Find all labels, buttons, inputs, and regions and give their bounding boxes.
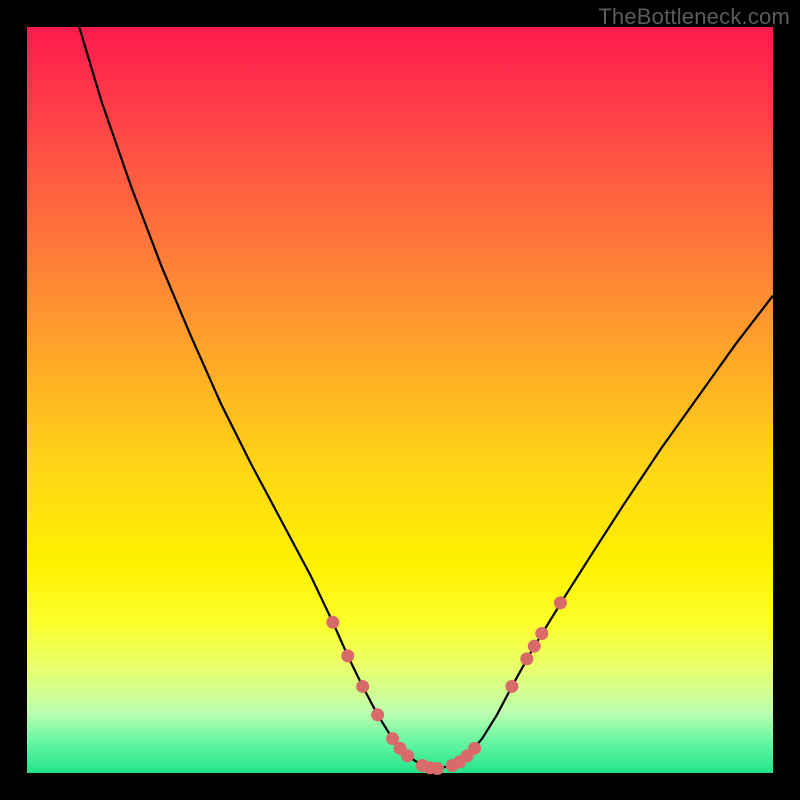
curve-marker xyxy=(356,680,369,693)
curve-marker xyxy=(401,749,414,762)
marker-group xyxy=(326,596,567,775)
curve-marker xyxy=(528,640,541,653)
curve-marker xyxy=(468,742,481,755)
curve-marker xyxy=(371,708,384,721)
curve-marker xyxy=(505,680,518,693)
curve-marker xyxy=(326,616,339,629)
bottleneck-curve xyxy=(79,27,773,769)
curve-marker xyxy=(535,627,548,640)
curve-marker xyxy=(341,649,354,662)
chart-svg xyxy=(27,27,773,773)
curve-marker xyxy=(520,652,533,665)
curve-marker xyxy=(554,596,567,609)
curve-marker xyxy=(431,762,444,775)
